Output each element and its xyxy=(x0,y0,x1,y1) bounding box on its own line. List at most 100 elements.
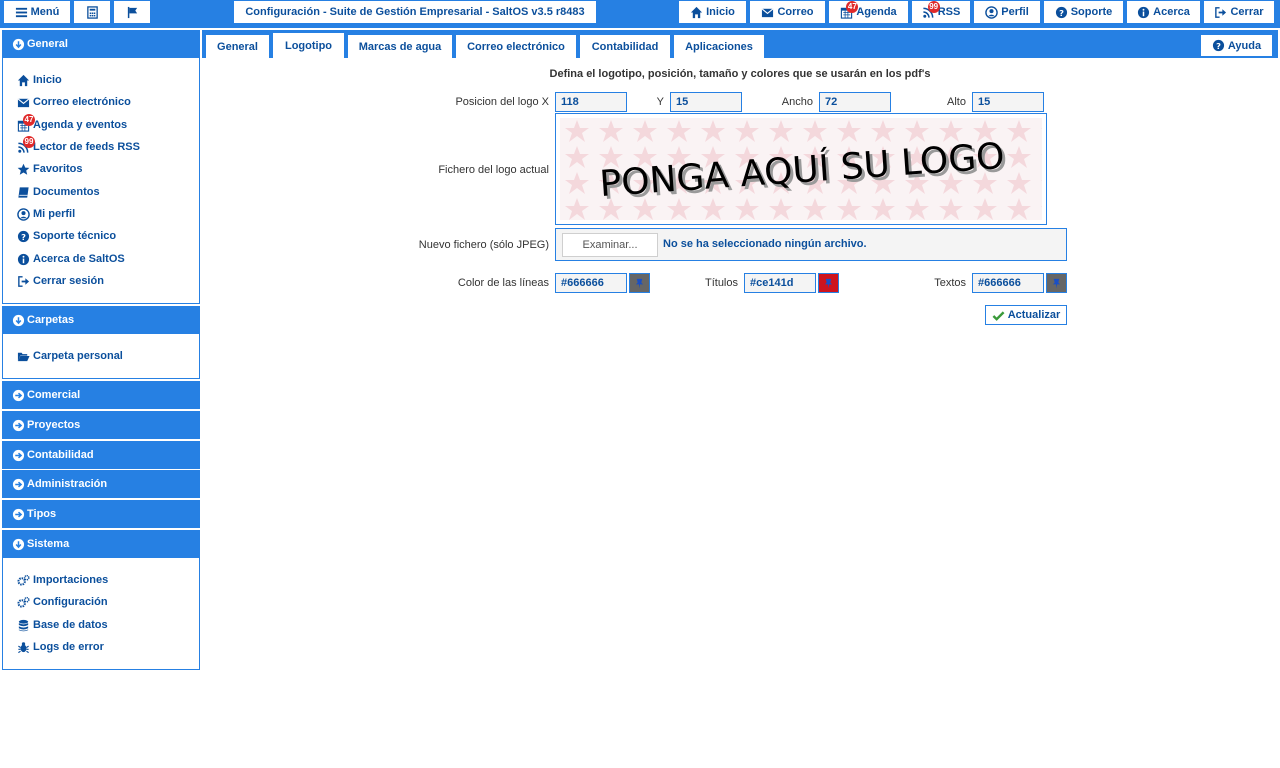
calendar-icon: 47 xyxy=(840,0,859,19)
arrow-circle-down-icon xyxy=(12,38,25,51)
tab-general[interactable]: General xyxy=(206,35,269,58)
sidebar-section-proyectos[interactable]: Proyectos xyxy=(2,411,200,439)
sidebar-section-comercial[interactable]: Comercial xyxy=(2,381,200,409)
question-circle-icon: ? xyxy=(17,230,30,243)
rss-badge: 99 xyxy=(927,0,940,13)
sidebar-section-title: Sistema xyxy=(27,538,70,550)
flag-icon xyxy=(126,6,139,19)
hamburger-icon xyxy=(15,6,28,19)
texts-color-picker[interactable] xyxy=(1046,273,1067,293)
pin-icon xyxy=(1052,278,1061,289)
cerrar-button[interactable]: Cerrar xyxy=(1204,1,1274,23)
logo-label: Fichero del logo actual xyxy=(438,164,549,176)
tab-correo-electronico[interactable]: Correo electrónico xyxy=(456,35,576,58)
sign-out-icon xyxy=(1214,6,1227,19)
calendar-icon: 47 xyxy=(17,113,35,132)
sidebar-item-inicio[interactable]: Inicio xyxy=(17,72,62,88)
star-icon xyxy=(17,163,30,176)
agenda-badge: 47 xyxy=(23,113,35,126)
update-button[interactable]: Actualizar xyxy=(985,305,1067,325)
line-color-input[interactable]: #666666 xyxy=(555,273,627,293)
home-icon xyxy=(690,6,703,19)
folder-open-icon xyxy=(17,350,30,363)
agenda-label: Agenda xyxy=(856,6,897,18)
envelope-icon xyxy=(17,96,30,109)
menu-label: Menú xyxy=(30,6,60,18)
user-circle-icon xyxy=(17,207,30,221)
sidebar-section-sistema[interactable]: Sistema xyxy=(2,530,200,558)
arrow-circle-down-icon xyxy=(12,314,25,327)
perfil-label: Perfil xyxy=(1001,6,1029,18)
sidebar-item-configuracion[interactable]: Configuración xyxy=(17,594,108,610)
sidebar-item-soporte[interactable]: ? Soporte técnico xyxy=(17,228,116,244)
height-input[interactable]: 15 xyxy=(972,92,1044,112)
pos-x-input[interactable]: 118 xyxy=(555,92,627,112)
acerca-button[interactable]: Acerca xyxy=(1127,1,1200,23)
perfil-button[interactable]: Perfil xyxy=(974,1,1040,23)
sidebar-item-acerca[interactable]: Acerca de SaltOS xyxy=(17,251,125,267)
sidebar-item-documentos[interactable]: Documentos xyxy=(17,184,100,200)
titles-color-label: Títulos xyxy=(704,277,738,289)
texts-color-label: Textos xyxy=(934,277,966,289)
sidebar-sistema-body: Importaciones Configuración Base de dato… xyxy=(2,558,200,670)
menu-button[interactable]: Menú xyxy=(4,1,70,23)
rss-icon: 99 xyxy=(17,135,35,154)
inicio-button[interactable]: Inicio xyxy=(679,1,746,23)
home-icon xyxy=(17,74,30,87)
sidebar-item-carpeta-personal[interactable]: Carpeta personal xyxy=(17,348,123,364)
form-heading: Defina el logotipo, posición, tamaño y c… xyxy=(549,68,931,80)
soporte-label: Soporte xyxy=(1070,6,1113,18)
calculator-button[interactable] xyxy=(74,1,110,23)
tab-contabilidad[interactable]: Contabilidad xyxy=(580,35,670,58)
sidebar-item-agenda[interactable]: 47 Agenda y eventos xyxy=(17,113,127,133)
width-label: Ancho xyxy=(781,96,813,108)
sidebar-item-logs-de-error[interactable]: Logs de error xyxy=(17,639,104,655)
sidebar-section-carpetas[interactable]: Carpetas xyxy=(2,306,200,334)
titles-color-input[interactable]: #ce141d xyxy=(744,273,816,293)
arrow-circle-right-icon xyxy=(12,389,25,402)
sidebar-section-title: General xyxy=(27,38,68,50)
rss-button[interactable]: 99 RSS xyxy=(912,0,970,23)
sidebar-section-title: Administración xyxy=(27,478,108,490)
rss-label: RSS xyxy=(937,6,961,18)
arrow-circle-down-icon xyxy=(12,538,25,551)
tab-logotipo[interactable]: Logotipo xyxy=(273,33,344,59)
cogs-icon xyxy=(17,596,30,609)
arrow-circle-right-icon xyxy=(12,449,25,462)
sidebar-item-cerrar-sesion[interactable]: Cerrar sesión xyxy=(17,273,104,289)
rss-icon: 99 xyxy=(922,0,940,19)
database-icon xyxy=(17,619,30,632)
correo-button[interactable]: Correo xyxy=(750,1,825,23)
pin-icon xyxy=(824,278,833,289)
sidebar-section-tipos[interactable]: Tipos xyxy=(2,500,200,528)
soporte-button[interactable]: ? Soporte xyxy=(1044,1,1123,23)
tab-bar: General Logotipo Marcas de agua Correo e… xyxy=(202,30,1278,59)
line-color-picker[interactable] xyxy=(629,273,650,293)
sidebar-section-title: Proyectos xyxy=(27,419,81,431)
width-input[interactable]: 72 xyxy=(819,92,891,112)
sidebar-item-base-de-datos[interactable]: Base de datos xyxy=(17,617,108,633)
pos-y-label: Y xyxy=(656,96,664,108)
pos-y-input[interactable]: 15 xyxy=(670,92,742,112)
browse-button[interactable]: Examinar... xyxy=(562,233,658,257)
top-bar: Menú Configuración - Suite de Gestión Em… xyxy=(0,0,1280,28)
agenda-button[interactable]: 47 Agenda xyxy=(829,0,908,23)
bug-icon xyxy=(17,641,30,654)
help-button[interactable]: ? Ayuda xyxy=(1201,35,1272,56)
sidebar-item-correo[interactable]: Correo electrónico xyxy=(17,94,131,110)
tab-marcas-de-agua[interactable]: Marcas de agua xyxy=(348,35,452,58)
texts-color-input[interactable]: #666666 xyxy=(972,273,1044,293)
flag-button[interactable] xyxy=(114,1,150,23)
sidebar-item-rss[interactable]: 99 Lector de feeds RSS xyxy=(17,135,140,155)
correo-label: Correo xyxy=(777,6,814,18)
sidebar-item-mi-perfil[interactable]: Mi perfil xyxy=(17,206,75,222)
sidebar-section-general[interactable]: General xyxy=(2,30,200,58)
tab-aplicaciones[interactable]: Aplicaciones xyxy=(674,35,764,58)
sidebar-item-favoritos[interactable]: Favoritos xyxy=(17,161,83,177)
sidebar-section-contabilidad[interactable]: Contabilidad xyxy=(2,441,200,469)
titles-color-picker[interactable] xyxy=(818,273,839,293)
sidebar-section-administracion[interactable]: Administración xyxy=(2,470,200,498)
sidebar-item-importaciones[interactable]: Importaciones xyxy=(17,572,108,588)
no-file-text: No se ha seleccionado ningún archivo. xyxy=(663,238,867,250)
svg-text:?: ? xyxy=(21,231,26,241)
